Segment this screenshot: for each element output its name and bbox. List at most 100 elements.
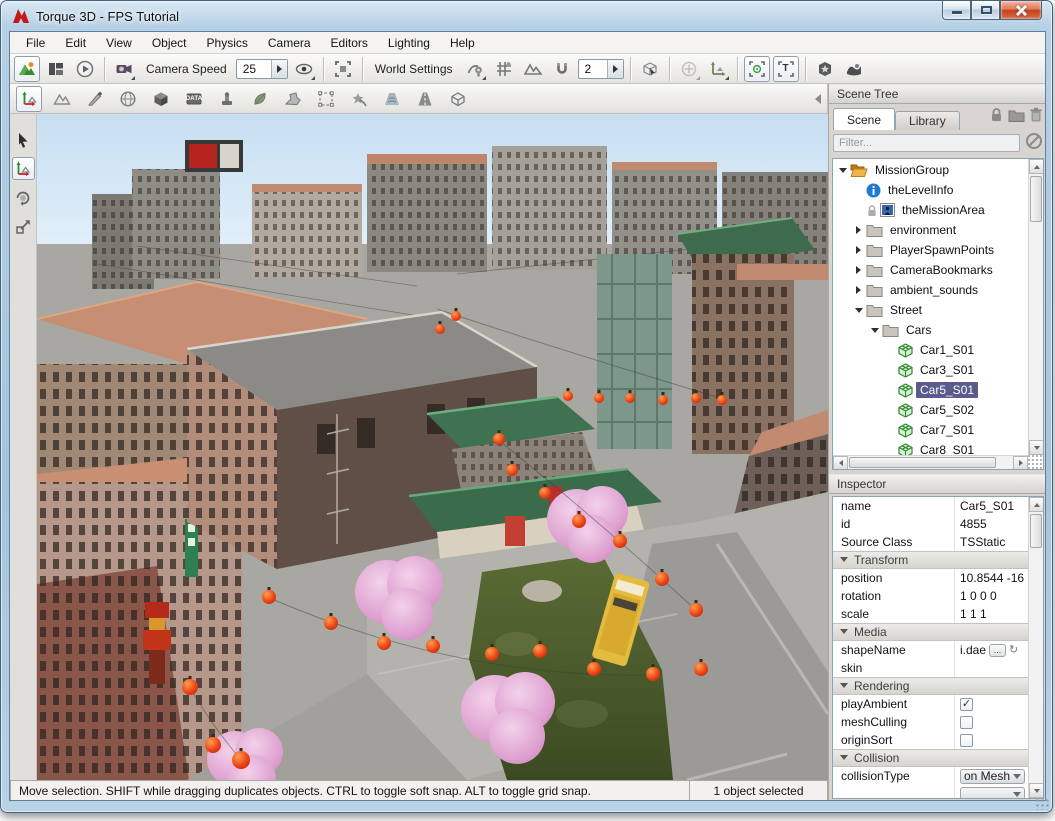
soft-snap-button[interactable]: [549, 56, 575, 82]
scroll-thumb[interactable]: [849, 457, 996, 468]
tree-item-themissionarea[interactable]: theMissionArea: [833, 200, 1028, 220]
datablock-editor-button[interactable]: DATA: [181, 86, 207, 112]
render-text-button[interactable]: T: [773, 56, 799, 82]
forest-editor-button[interactable]: [247, 86, 273, 112]
delete-button[interactable]: [1029, 107, 1043, 128]
mesh-road-editor-button[interactable]: [445, 86, 471, 112]
meshculling-checkbox[interactable]: [960, 716, 973, 729]
tree-item-car1-s01[interactable]: Car1_S01: [833, 340, 1028, 360]
field-dropdown[interactable]: [960, 787, 1025, 800]
tree-item-playerspawnpoints[interactable]: PlayerSpawnPoints: [833, 240, 1028, 260]
inspector-vscrollbar[interactable]: [1028, 497, 1043, 798]
refresh-icon[interactable]: ↻: [1009, 645, 1018, 656]
object-select-mode-button[interactable]: [637, 56, 663, 82]
window-layout-button[interactable]: [43, 56, 69, 82]
camera-menu-button[interactable]: [111, 56, 137, 82]
world-editor-button[interactable]: [14, 56, 40, 82]
close-button[interactable]: [1000, 1, 1042, 20]
tab-library[interactable]: Library: [895, 111, 960, 130]
river-editor-button[interactable]: [379, 86, 405, 112]
boolean-tool-button[interactable]: [841, 56, 867, 82]
render-bounds-button[interactable]: [744, 56, 770, 82]
scroll-thumb[interactable]: [1030, 176, 1042, 222]
camera-speed-dropdown[interactable]: 25: [236, 59, 288, 79]
decal-editor-button[interactable]: [214, 86, 240, 112]
tree-vscrollbar[interactable]: [1028, 159, 1043, 455]
move-tool-button[interactable]: [12, 157, 35, 180]
tree-item-car3-s01[interactable]: Car3_S01: [833, 360, 1028, 380]
tree-item-cars[interactable]: Cars: [833, 320, 1028, 340]
menu-help[interactable]: Help: [440, 33, 485, 53]
menu-file[interactable]: File: [16, 33, 55, 53]
scale-tool-button[interactable]: [12, 215, 35, 238]
tree-item-car8-s01[interactable]: Car8_S01: [833, 440, 1028, 455]
particle-editor-button[interactable]: [346, 86, 372, 112]
minimize-button[interactable]: [942, 1, 971, 20]
inspector-section-collision[interactable]: Collision: [833, 749, 1028, 767]
tree-item-car7-s01[interactable]: Car7_S01: [833, 420, 1028, 440]
browse-button[interactable]: ...: [989, 644, 1006, 657]
package-tool-button[interactable]: [812, 56, 838, 82]
new-group-button[interactable]: [1008, 108, 1025, 128]
expander-icon[interactable]: [853, 304, 865, 317]
maximize-button[interactable]: [971, 1, 1000, 20]
expander-icon[interactable]: [853, 286, 865, 294]
tree-item-car5-s01[interactable]: Car5_S01: [833, 380, 1028, 400]
screenshot-button[interactable]: [330, 56, 356, 82]
menu-lighting[interactable]: Lighting: [378, 33, 440, 53]
menu-object[interactable]: Object: [142, 33, 197, 53]
rotate-tool-button[interactable]: [12, 186, 35, 209]
scroll-down-button[interactable]: [1029, 440, 1044, 455]
scroll-left-button[interactable]: [833, 456, 848, 470]
collapse-panel-icon[interactable]: [815, 94, 821, 104]
terrain-painter-button[interactable]: [82, 86, 108, 112]
title-bar[interactable]: Torque 3D - FPS Tutorial: [1, 1, 1052, 31]
filter-input[interactable]: [833, 134, 1020, 152]
play-button[interactable]: [72, 56, 98, 82]
scroll-down-button[interactable]: [1029, 783, 1044, 798]
scroll-up-button[interactable]: [1029, 497, 1044, 512]
tab-scene[interactable]: Scene: [833, 108, 895, 130]
resize-grip[interactable]: [1028, 455, 1043, 469]
scroll-thumb[interactable]: [1030, 514, 1042, 548]
collisiontype-dropdown[interactable]: on Mesh: [960, 769, 1025, 784]
decal-road-editor-button[interactable]: [412, 86, 438, 112]
tree-item-car5-s02[interactable]: Car5_S02: [833, 400, 1028, 420]
menu-physics[interactable]: Physics: [197, 33, 258, 53]
sketch-tool-button[interactable]: [148, 86, 174, 112]
tree-hscrollbar[interactable]: [833, 455, 1028, 469]
road-editor-button[interactable]: [280, 86, 306, 112]
terrain-snap-button[interactable]: [520, 56, 546, 82]
transform-relative-button[interactable]: [705, 56, 731, 82]
expander-icon[interactable]: [869, 324, 881, 337]
menu-view[interactable]: View: [96, 33, 142, 53]
terrain-editor-button[interactable]: [49, 86, 75, 112]
scroll-right-button[interactable]: [1013, 456, 1028, 470]
visibility-button[interactable]: [291, 56, 317, 82]
clear-filter-button[interactable]: [1025, 132, 1043, 155]
menu-edit[interactable]: Edit: [55, 33, 96, 53]
grid-snap-button[interactable]: [491, 56, 517, 82]
expander-icon[interactable]: [853, 226, 865, 234]
tree-item-ambient-sounds[interactable]: ambient_sounds: [833, 280, 1028, 300]
material-editor-button[interactable]: [115, 86, 141, 112]
tree-item-street[interactable]: Street: [833, 300, 1028, 320]
inspector-section-transform[interactable]: Transform: [833, 551, 1028, 569]
playambient-checkbox[interactable]: ✓: [960, 698, 973, 711]
inspector-section-rendering[interactable]: Rendering: [833, 677, 1028, 695]
menu-camera[interactable]: Camera: [258, 33, 321, 53]
originsort-checkbox[interactable]: [960, 734, 973, 747]
object-editor-button[interactable]: [16, 86, 42, 112]
scroll-up-button[interactable]: [1029, 159, 1044, 174]
expander-icon[interactable]: [837, 164, 849, 177]
inspector-section-media[interactable]: Media: [833, 623, 1028, 641]
tree-item-thelevelinfo[interactable]: theLevelInfo: [833, 180, 1028, 200]
snap-size-dropdown[interactable]: 2: [578, 59, 624, 79]
lock-button[interactable]: [989, 107, 1004, 128]
select-tool-button[interactable]: [12, 128, 35, 151]
viewport-3d[interactable]: [37, 114, 828, 780]
menu-editors[interactable]: Editors: [321, 33, 378, 53]
tree-item-camerabookmarks[interactable]: CameraBookmarks: [833, 260, 1028, 280]
expander-icon[interactable]: [853, 246, 865, 254]
center-pivot-button[interactable]: [676, 56, 702, 82]
